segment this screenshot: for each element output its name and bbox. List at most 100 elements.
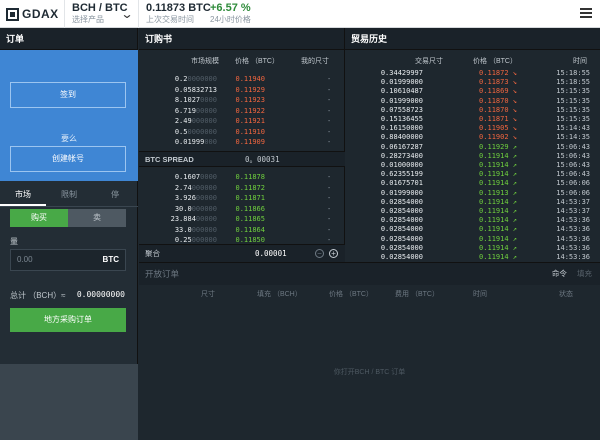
arrow-up-icon: ↗ — [508, 142, 517, 151]
trade-time: 15:06:43 — [556, 170, 590, 179]
tab-limit[interactable]: 限制 — [46, 185, 92, 206]
trade-time: 14:53:36 — [556, 225, 590, 234]
arrow-up-icon: ↗ — [508, 179, 517, 188]
product-select-label: 选择产品 — [72, 15, 104, 24]
row-my-size: - — [327, 96, 332, 104]
tab-fills[interactable]: 填充 — [577, 269, 592, 278]
trade-time: 15:06:06 — [556, 179, 590, 188]
trade-price: 0.11914 ↗ — [479, 151, 517, 160]
trade-price: 0.11870 ↘ — [479, 105, 517, 114]
col-trade-price: 价格 （BTC） — [473, 58, 517, 65]
trade-time: 15:18:55 — [556, 69, 590, 77]
trade-price: 0.11870 ↘ — [479, 96, 517, 105]
trade-size: 0.02854000 — [380, 207, 423, 215]
ask-row[interactable]: 8.10270000 0.11923 - — [139, 95, 345, 106]
ask-row[interactable]: 0.50000000 0.11910 - — [139, 127, 345, 138]
ask-row[interactable]: 6.71900000 0.11922 - — [139, 106, 345, 117]
buy-sell-toggle: 购买 卖 — [10, 209, 126, 227]
bid-row[interactable]: 30.0000000 0.11866 - — [139, 204, 345, 215]
arrow-up-icon: ↗ — [508, 197, 517, 206]
row-price: 0.11865 — [235, 215, 265, 223]
trade-size: 0.02854000 — [380, 234, 423, 243]
logo-text: GDAX — [22, 7, 59, 21]
trade-time: 14:53:36 — [556, 216, 590, 225]
order-panel: 订单 签到 要么 创建帐号 市场 限制 停 购买 卖 量 0.00 BTC 总计 … — [0, 28, 138, 440]
row-price: 0.11909 — [235, 138, 265, 146]
trade-size: 0.62355199 — [380, 170, 423, 179]
row-size: 8.10270000 — [174, 96, 217, 104]
col-trade-time: 时间 — [573, 58, 587, 65]
col-filled: 填充 （BCH） — [257, 291, 302, 298]
trade-price: 0.11914 ↗ — [479, 243, 517, 252]
buy-button[interactable]: 购买 — [10, 209, 68, 227]
trade-size: 0.15136455 — [380, 115, 423, 123]
bid-row[interactable]: 3.92600000 0.11871 - — [139, 193, 345, 204]
minus-icon[interactable]: − — [315, 249, 324, 258]
price-change-block: +6.57 % 24小时价格 — [210, 3, 251, 25]
row-my-size: - — [327, 75, 332, 83]
row-my-size: - — [327, 117, 332, 125]
plus-icon[interactable]: + — [329, 249, 338, 258]
trade-time: 15:06:43 — [556, 142, 590, 151]
signin-box: 签到 要么 创建帐号 — [0, 50, 138, 181]
trade-row: 0.02854000 0.11914 ↗ 14:53:36 — [345, 225, 600, 234]
trade-row: 0.02854000 0.11914 ↗ 14:53:36 — [345, 253, 600, 262]
trade-time: 15:15:35 — [556, 87, 590, 96]
row-size: 2.74000000 — [174, 183, 217, 192]
row-my-size: - — [327, 106, 332, 115]
col-fee: 费用 （BTC） — [395, 291, 439, 298]
last-price-block: 0.11873 BTC 上次交易时间 — [146, 3, 211, 25]
arrow-down-icon: ↘ — [508, 124, 517, 133]
trade-price: 0.11871 ↘ — [479, 115, 517, 123]
trade-size: 0.01675701 — [380, 179, 423, 188]
arrow-down-icon: ↘ — [508, 69, 517, 77]
bid-row[interactable]: 0.16070000 0.11878 - — [139, 172, 345, 183]
trade-time: 15:15:35 — [556, 105, 590, 114]
menu-icon[interactable] — [580, 8, 592, 20]
spread-value: 0。00031 — [245, 155, 280, 164]
signin-button[interactable]: 签到 — [10, 82, 126, 108]
place-order-button[interactable]: 地方采购订单 — [10, 308, 126, 332]
trade-size: 0.16150000 — [380, 124, 423, 133]
tab-orders[interactable]: 命令 — [552, 269, 567, 278]
ask-row[interactable]: 0.01999000 0.11909 - — [139, 137, 345, 148]
ask-row[interactable]: 0.20000000 0.11940 - — [139, 74, 345, 85]
trade-time: 14:53:36 — [556, 253, 590, 261]
arrow-down-icon: ↘ — [508, 78, 517, 87]
amount-input[interactable]: 0.00 BTC — [10, 249, 126, 271]
left-footer — [0, 364, 138, 440]
empty-orders-message: 你打开BCH / BTC 订单 — [333, 369, 406, 376]
trade-row: 0.02854000 0.11914 ↗ 14:53:37 — [345, 198, 600, 207]
bid-row[interactable]: 23.88400000 0.11865 - — [139, 214, 345, 225]
tab-market[interactable]: 市场 — [0, 185, 46, 206]
row-size: 23.88400000 — [170, 215, 217, 223]
row-size: 3.92600000 — [174, 194, 217, 202]
spread-row: BTC SPREAD 0。00031 — [139, 151, 345, 167]
trade-time: 14:53:36 — [556, 234, 590, 243]
arrow-up-icon: ↗ — [508, 234, 517, 243]
row-size: 0.16070000 — [174, 173, 217, 181]
trade-time: 15:06:43 — [556, 161, 590, 169]
gdax-logo[interactable]: GDAX — [6, 6, 59, 22]
row-my-size: - — [327, 85, 332, 94]
top-bar: GDAX BCH / BTC 选择产品 ⌄ 0.11873 BTC 上次交易时间… — [0, 0, 600, 28]
chevron-down-icon[interactable]: ⌄ — [120, 7, 133, 21]
sell-button[interactable]: 卖 — [68, 209, 126, 227]
total-value: 0.00000000 — [76, 290, 125, 299]
create-account-button[interactable]: 创建帐号 — [10, 146, 126, 172]
row-my-size: - — [327, 138, 332, 146]
bid-row[interactable]: 2.74000000 0.11872 - — [139, 183, 345, 194]
product-selector[interactable]: BCH / BTC 选择产品 — [72, 3, 128, 25]
tab-stop[interactable]: 停 — [92, 185, 138, 206]
trade-time: 15:15:35 — [556, 115, 590, 123]
ask-row[interactable]: 2.49000000 0.11921 - — [139, 116, 345, 127]
row-size: 0.20000000 — [174, 75, 217, 83]
ask-row[interactable]: 0.05832713 0.11929 - — [139, 85, 345, 96]
trade-price: 0.11914 ↗ — [479, 179, 517, 188]
trade-time: 15:14:35 — [556, 133, 590, 142]
trade-time: 14:53:37 — [556, 197, 590, 206]
trade-time: 15:15:35 — [556, 96, 590, 105]
trade-row: 0.16150000 0.11905 ↘ 15:14:43 — [345, 124, 600, 133]
trade-row: 0.02854000 0.11914 ↗ 14:53:36 — [345, 244, 600, 253]
bid-row[interactable]: 33.0000000 0.11864 - — [139, 225, 345, 236]
